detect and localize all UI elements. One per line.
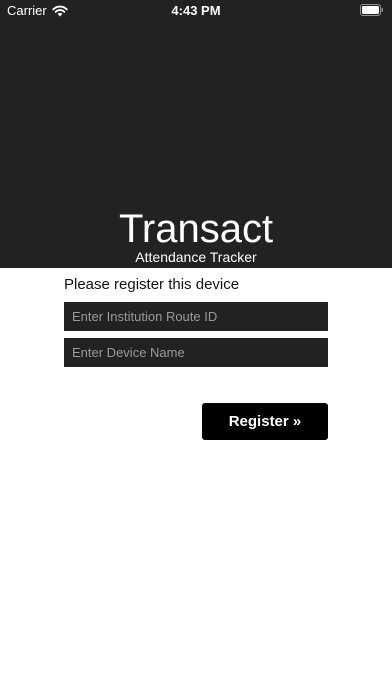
status-bar: Carrier 4:43 PM [0,0,392,22]
app-header: Carrier 4:43 PM Transact Attendance Trac… [0,0,392,268]
device-name-input[interactable] [64,338,328,367]
app-title: Transact [118,207,274,251]
battery-icon [360,4,383,16]
register-button[interactable]: Register » [202,403,328,440]
app-subtitle: Attendance Tracker [135,249,257,265]
route-id-input[interactable] [64,302,328,331]
register-heading: Please register this device [64,276,240,293]
register-screen: Carrier 4:43 PM Transact Attendance Trac… [0,0,392,696]
status-time: 4:43 PM [171,3,221,18]
